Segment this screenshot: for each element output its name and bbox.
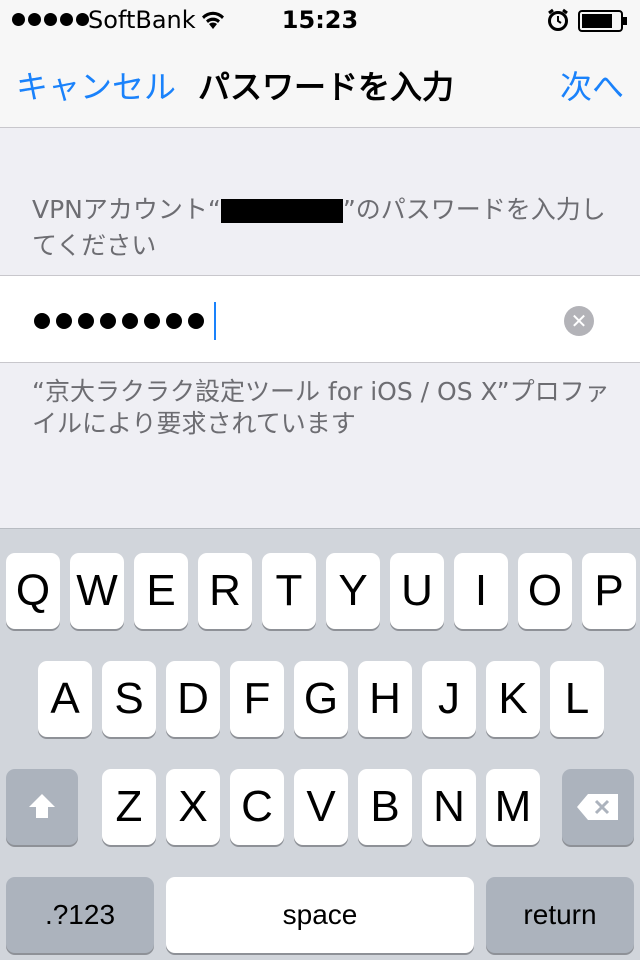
backspace-key[interactable] [562, 769, 634, 845]
key-u[interactable]: U [390, 553, 444, 629]
key-k[interactable]: K [486, 661, 540, 737]
return-key[interactable]: return [486, 877, 634, 953]
key-o[interactable]: O [518, 553, 572, 629]
key-h[interactable]: H [358, 661, 412, 737]
key-a[interactable]: A [38, 661, 92, 737]
battery-icon [578, 10, 628, 32]
key-f[interactable]: F [230, 661, 284, 737]
key-g[interactable]: G [294, 661, 348, 737]
password-dot [56, 313, 72, 329]
key-n[interactable]: N [422, 769, 476, 845]
key-b[interactable]: B [358, 769, 412, 845]
backspace-icon [576, 782, 620, 832]
key-d[interactable]: D [166, 661, 220, 737]
password-dot [144, 313, 160, 329]
password-field[interactable]: ✕ [0, 275, 640, 363]
cancel-button[interactable]: キャンセル [16, 62, 176, 108]
key-w[interactable]: W [70, 553, 124, 629]
password-dot [34, 313, 50, 329]
clear-circle-icon[interactable]: ✕ [564, 306, 594, 336]
key-y[interactable]: Y [326, 553, 380, 629]
status-bar: SoftBank 15:23 [0, 0, 640, 40]
key-e[interactable]: E [134, 553, 188, 629]
alarm-icon [546, 8, 570, 36]
key-j[interactable]: J [422, 661, 476, 737]
key-x[interactable]: X [166, 769, 220, 845]
key-z[interactable]: Z [102, 769, 156, 845]
password-dot [100, 313, 116, 329]
space-key[interactable]: space [166, 877, 474, 953]
key-r[interactable]: R [198, 553, 252, 629]
keyboard: .?123 space return QWERTYUIOP ASDFGHJKL ZX… [0, 528, 640, 960]
password-masked-value [34, 302, 216, 340]
key-v[interactable]: V [294, 769, 348, 845]
key-l[interactable]: L [550, 661, 604, 737]
key-m[interactable]: M [486, 769, 540, 845]
next-button[interactable]: 次へ [560, 62, 624, 108]
key-t[interactable]: T [262, 553, 316, 629]
text-caret [214, 302, 216, 340]
key-i[interactable]: I [454, 553, 508, 629]
key-p[interactable]: P [582, 553, 636, 629]
key-c[interactable]: C [230, 769, 284, 845]
numbers-key[interactable]: .?123 [6, 877, 154, 953]
shift-arrow-icon [27, 782, 57, 832]
password-dot [78, 313, 94, 329]
navigation-bar: キャンセル パスワードを入力 次へ [0, 40, 640, 128]
clock: 15:23 [281, 6, 359, 34]
password-dot [122, 313, 138, 329]
prompt-text-before: VPNアカウント“ [32, 195, 221, 224]
password-dot [166, 313, 182, 329]
key-s[interactable]: S [102, 661, 156, 737]
password-dot [188, 313, 204, 329]
key-q[interactable]: Q [6, 553, 60, 629]
redacted-account-name [220, 199, 343, 223]
profile-note: “京大ラクラク設定ツール for iOS / OS X”プロファイルにより要求さ… [32, 377, 610, 438]
password-prompt: VPNアカウント“ ”のパスワードを入力してください [32, 192, 612, 264]
shift-key[interactable] [6, 769, 78, 845]
page-title: パスワードを入力 [198, 68, 455, 106]
